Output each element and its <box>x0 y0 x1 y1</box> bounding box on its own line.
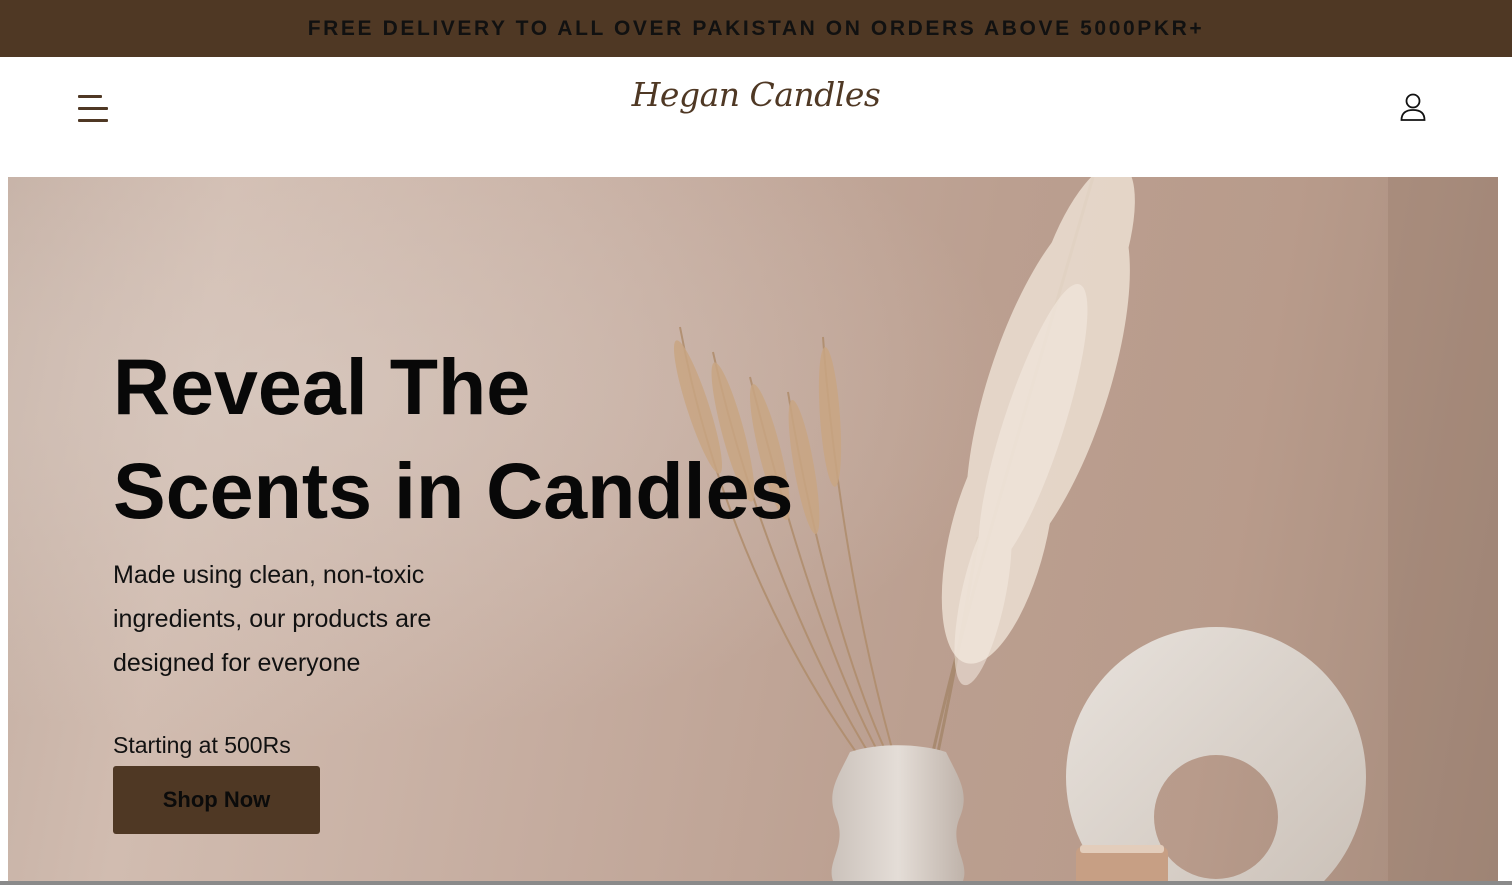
hero-subtitle: Made using clean, non-toxic ingredients,… <box>113 561 432 677</box>
site-header: Hegan Candles <box>0 57 1512 177</box>
user-account-icon[interactable] <box>1394 89 1432 127</box>
hero-title: Reveal The Scents in Candles <box>113 335 893 543</box>
hero-title-line-2: Scents in Candles <box>113 446 794 535</box>
announcement-text: FREE DELIVERY TO ALL OVER PAKISTAN ON OR… <box>307 16 1205 40</box>
hero-price-text: Starting at 500Rs <box>113 732 291 758</box>
shop-now-button[interactable]: Shop Now <box>113 766 320 834</box>
site-logo[interactable]: Hegan Candles <box>0 75 1512 114</box>
hero-title-line-1: Reveal The <box>113 342 531 431</box>
hero-banner: Reveal The Scents in Candles Made using … <box>8 177 1498 881</box>
announcement-bar: FREE DELIVERY TO ALL OVER PAKISTAN ON OR… <box>0 0 1512 57</box>
page-bottom-divider <box>0 881 1512 885</box>
